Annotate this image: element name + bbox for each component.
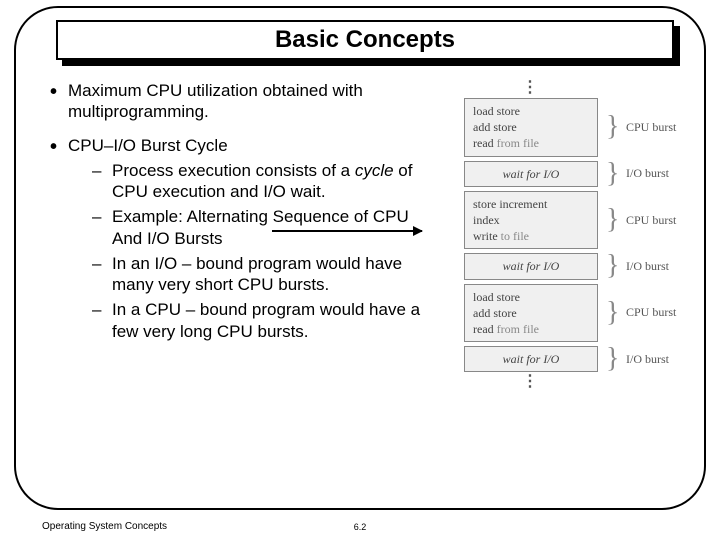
dash-icon: – bbox=[92, 160, 112, 203]
dash-icon: – bbox=[92, 253, 112, 296]
io-label-text: I/O burst bbox=[626, 259, 669, 273]
io-wait-2: wait for I/O bbox=[464, 253, 598, 279]
diagram-row-cpu1: load store add store read from file }CPU… bbox=[464, 98, 702, 157]
b3l3b: from file bbox=[497, 322, 539, 336]
cpu-label-text: CPU burst bbox=[626, 213, 676, 227]
subitem-3: – In an I/O – bound program would have m… bbox=[92, 253, 440, 296]
dash-icon: – bbox=[92, 299, 112, 342]
b1l3a: read bbox=[473, 136, 497, 150]
bullet-2-text: CPU–I/O Burst Cycle bbox=[68, 136, 228, 155]
bullet-2-body: CPU–I/O Burst Cycle – Process execution … bbox=[68, 135, 440, 346]
io-label-text: I/O burst bbox=[626, 352, 669, 366]
b2l3a: write bbox=[473, 229, 501, 243]
b3l3a: read bbox=[473, 322, 497, 336]
sublist: – Process execution consists of a cycle … bbox=[68, 160, 440, 342]
b3l2: add store bbox=[473, 306, 517, 320]
subitem-4-text: In a CPU – bound program would have a fe… bbox=[112, 299, 440, 342]
bullet-1-text: Maximum CPU utilization obtained with mu… bbox=[68, 80, 440, 123]
bullet-2: • CPU–I/O Burst Cycle – Process executio… bbox=[50, 135, 440, 346]
arrow-icon bbox=[272, 230, 422, 232]
title-front: Basic Concepts bbox=[56, 20, 674, 60]
bullet-1: • Maximum CPU utilization obtained with … bbox=[50, 80, 440, 123]
cpu-label-text: CPU burst bbox=[626, 305, 676, 319]
subitem-4: – In a CPU – bound program would have a … bbox=[92, 299, 440, 342]
diagram-row-io3: wait for I/O }I/O burst bbox=[464, 346, 702, 372]
sub1-pre: Process execution consists of a bbox=[112, 161, 355, 180]
dash-icon: – bbox=[92, 206, 112, 249]
cpu-block-3: load store add store read from file bbox=[464, 284, 598, 343]
b1l1: load store bbox=[473, 104, 520, 118]
vdots-icon: ⋮ bbox=[464, 376, 598, 392]
footer-page-number: 6.2 bbox=[0, 522, 720, 532]
subitem-1: – Process execution consists of a cycle … bbox=[92, 160, 440, 203]
diagram-row-io1: wait for I/O }I/O burst bbox=[464, 161, 702, 187]
vdots-icon: ⋮ bbox=[464, 82, 598, 98]
subitem-3-text: In an I/O – bound program would have man… bbox=[112, 253, 440, 296]
content-area: • Maximum CPU utilization obtained with … bbox=[50, 80, 440, 358]
b3l1: load store bbox=[473, 290, 520, 304]
cpu-label-text: CPU burst bbox=[626, 120, 676, 134]
b1l3b: from file bbox=[497, 136, 539, 150]
cpu-burst-label: }CPU burst bbox=[598, 120, 676, 135]
diagram-row-io2: wait for I/O }I/O burst bbox=[464, 253, 702, 279]
io-burst-label: }I/O burst bbox=[598, 166, 669, 181]
io-wait-1: wait for I/O bbox=[464, 161, 598, 187]
b1l2: add store bbox=[473, 120, 517, 134]
subitem-2-text: Example: Alternating Sequence of CPU And… bbox=[112, 206, 440, 249]
bullet-icon: • bbox=[50, 80, 68, 123]
b2l1: store increment bbox=[473, 197, 547, 211]
cpu-block-1: load store add store read from file bbox=[464, 98, 598, 157]
bullet-icon: • bbox=[50, 135, 68, 346]
slide-title: Basic Concepts bbox=[275, 26, 455, 54]
cpu-burst-label: }CPU burst bbox=[598, 213, 676, 228]
io-burst-label: }I/O burst bbox=[598, 259, 669, 274]
sub1-em: cycle bbox=[355, 161, 394, 180]
diagram-row-cpu3: load store add store read from file }CPU… bbox=[464, 284, 702, 343]
burst-diagram: ⋮ load store add store read from file }C… bbox=[464, 82, 702, 392]
b2l3b: to file bbox=[501, 229, 529, 243]
b2l2: index bbox=[473, 213, 500, 227]
cpu-burst-label: }CPU burst bbox=[598, 305, 676, 320]
diagram-row-cpu2: store increment index write to file }CPU… bbox=[464, 191, 702, 250]
subitem-1-text: Process execution consists of a cycle of… bbox=[112, 160, 440, 203]
slide-frame: Basic Concepts • Maximum CPU utilization… bbox=[14, 6, 706, 510]
title-box: Basic Concepts bbox=[56, 20, 680, 64]
io-burst-label: }I/O burst bbox=[598, 352, 669, 367]
io-label-text: I/O burst bbox=[626, 166, 669, 180]
io-wait-3: wait for I/O bbox=[464, 346, 598, 372]
subitem-2: – Example: Alternating Sequence of CPU A… bbox=[92, 206, 440, 249]
cpu-block-2: store increment index write to file bbox=[464, 191, 598, 250]
